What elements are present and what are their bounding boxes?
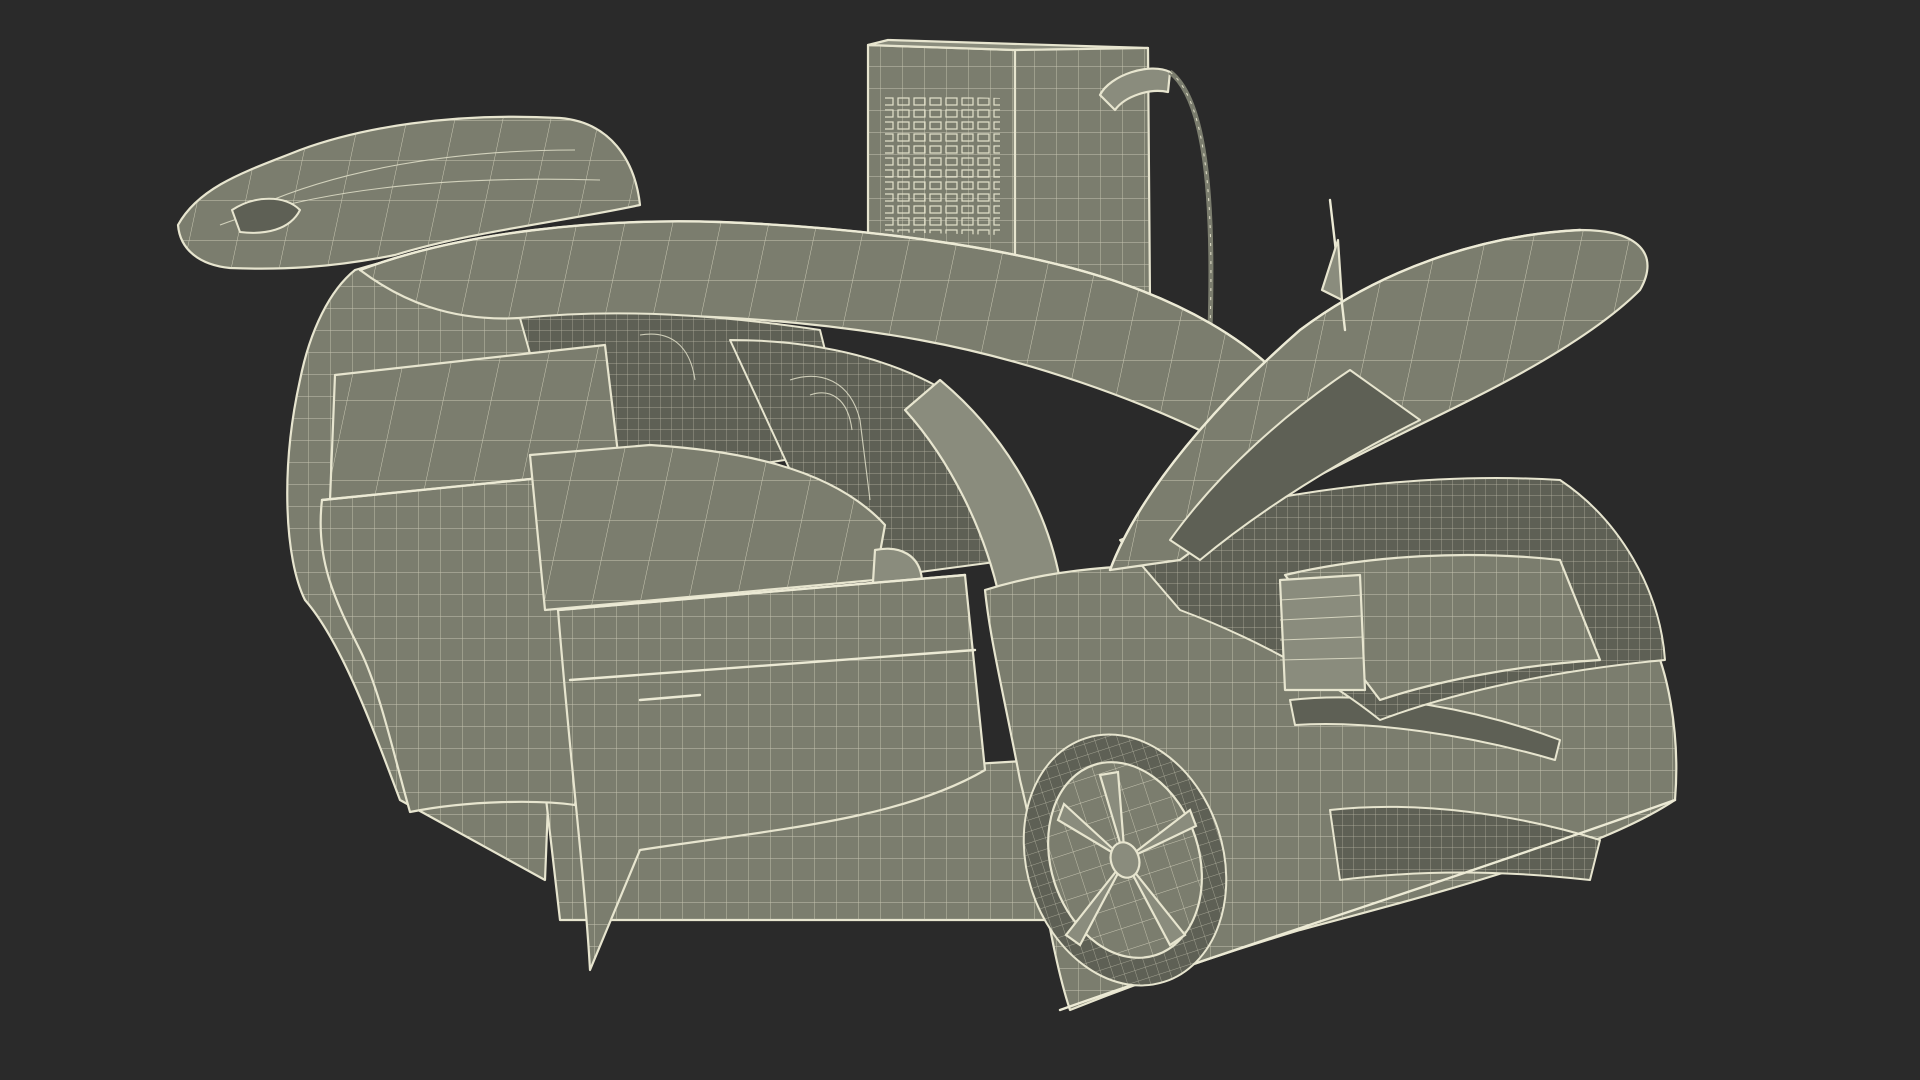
wireframe-render (176, 38, 1678, 1012)
